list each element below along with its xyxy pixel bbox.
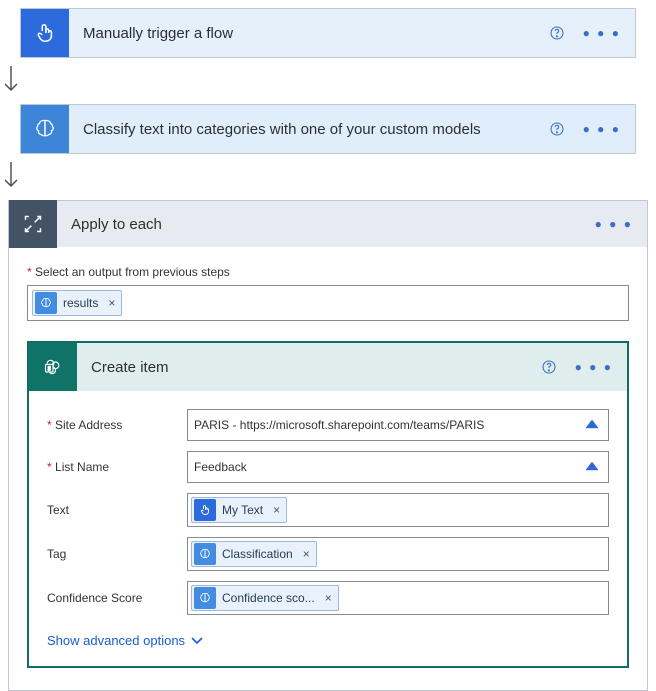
ai-brain-icon: [194, 587, 216, 609]
more-icon[interactable]: ● ● ●: [579, 118, 625, 140]
token-label: Confidence sco...: [218, 591, 319, 605]
card-header: Apply to each ● ● ●: [9, 201, 647, 247]
remove-token-icon[interactable]: ×: [319, 591, 338, 605]
remove-token-icon[interactable]: ×: [297, 547, 316, 561]
card-title: Manually trigger a flow: [69, 25, 545, 42]
ai-brain-icon: [194, 543, 216, 565]
chevron-down-icon: [191, 637, 203, 645]
card-actions: ● ● ●: [537, 355, 627, 379]
card-header: Classify text into categories with one o…: [21, 105, 635, 153]
card-title: Create item: [77, 359, 537, 376]
ai-brain-icon: [35, 292, 57, 314]
more-icon[interactable]: ● ● ●: [579, 22, 625, 44]
hand-tap-icon: [21, 9, 69, 57]
ai-brain-icon: [21, 105, 69, 153]
label-list-name: List Name: [47, 460, 177, 474]
row-confidence: Confidence Score Confidence sco... ×: [47, 581, 609, 615]
remove-token-icon[interactable]: ×: [267, 503, 286, 517]
remove-token-icon[interactable]: ×: [102, 296, 121, 310]
row-text: Text My Text ×: [47, 493, 609, 527]
row-list-name: List Name Feedback: [47, 451, 609, 483]
link-text: Show advanced options: [47, 633, 185, 648]
token-label: My Text: [218, 503, 267, 517]
token-label: Classification: [218, 547, 297, 561]
card-actions: ● ● ●: [545, 117, 635, 141]
card-header: Manually trigger a flow ● ● ●: [21, 9, 635, 57]
input-tag[interactable]: Classification ×: [187, 537, 609, 571]
more-icon[interactable]: ● ● ●: [591, 213, 637, 235]
select-site-address[interactable]: PARIS - https://microsoft.sharepoint.com…: [187, 409, 609, 441]
label-tag: Tag: [47, 547, 177, 561]
loop-icon: [9, 200, 57, 248]
card-title: Apply to each: [57, 216, 591, 233]
value-text: PARIS - https://microsoft.sharepoint.com…: [194, 418, 484, 432]
connector-arrow-icon: [0, 66, 656, 96]
svg-text:S: S: [48, 366, 51, 372]
sharepoint-icon: S: [29, 343, 77, 391]
action-card-manual-trigger[interactable]: Manually trigger a flow ● ● ●: [20, 8, 636, 58]
apply-to-each-container[interactable]: Apply to each ● ● ● Select an output fro…: [8, 200, 648, 691]
hand-tap-icon: [194, 499, 216, 521]
card-actions: ● ● ●: [591, 213, 647, 235]
label-site-address: Site Address: [47, 418, 177, 432]
action-card-create-item[interactable]: S Create item ● ● ● Site Address PARIS -…: [27, 341, 629, 668]
input-confidence[interactable]: Confidence sco... ×: [187, 581, 609, 615]
output-input[interactable]: results ×: [27, 285, 629, 321]
help-icon[interactable]: [545, 117, 569, 141]
card-header: S Create item ● ● ●: [29, 343, 627, 391]
card-title: Classify text into categories with one o…: [69, 121, 545, 138]
label-confidence: Confidence Score: [47, 591, 177, 605]
input-text[interactable]: My Text ×: [187, 493, 609, 527]
row-site-address: Site Address PARIS - https://microsoft.s…: [47, 409, 609, 441]
token-my-text[interactable]: My Text ×: [191, 497, 287, 523]
row-tag: Tag Classification ×: [47, 537, 609, 571]
card-actions: ● ● ●: [545, 21, 635, 45]
select-list-name[interactable]: Feedback: [187, 451, 609, 483]
token-confidence-score[interactable]: Confidence sco... ×: [191, 585, 339, 611]
value-text: Feedback: [194, 460, 247, 474]
label-text: Text: [47, 503, 177, 517]
create-item-body: Site Address PARIS - https://microsoft.s…: [29, 391, 627, 666]
help-icon[interactable]: [537, 355, 561, 379]
select-output-label: Select an output from previous steps: [27, 265, 629, 279]
apply-body: Select an output from previous steps res…: [9, 247, 647, 690]
token-label: results: [59, 296, 102, 310]
show-advanced-options-link[interactable]: Show advanced options: [47, 625, 203, 654]
more-icon[interactable]: ● ● ●: [571, 356, 617, 378]
connector-arrow-icon: [0, 162, 656, 192]
token-classification[interactable]: Classification ×: [191, 541, 317, 567]
token-results[interactable]: results ×: [32, 290, 122, 316]
action-card-classify-text[interactable]: Classify text into categories with one o…: [20, 104, 636, 154]
help-icon[interactable]: [545, 21, 569, 45]
